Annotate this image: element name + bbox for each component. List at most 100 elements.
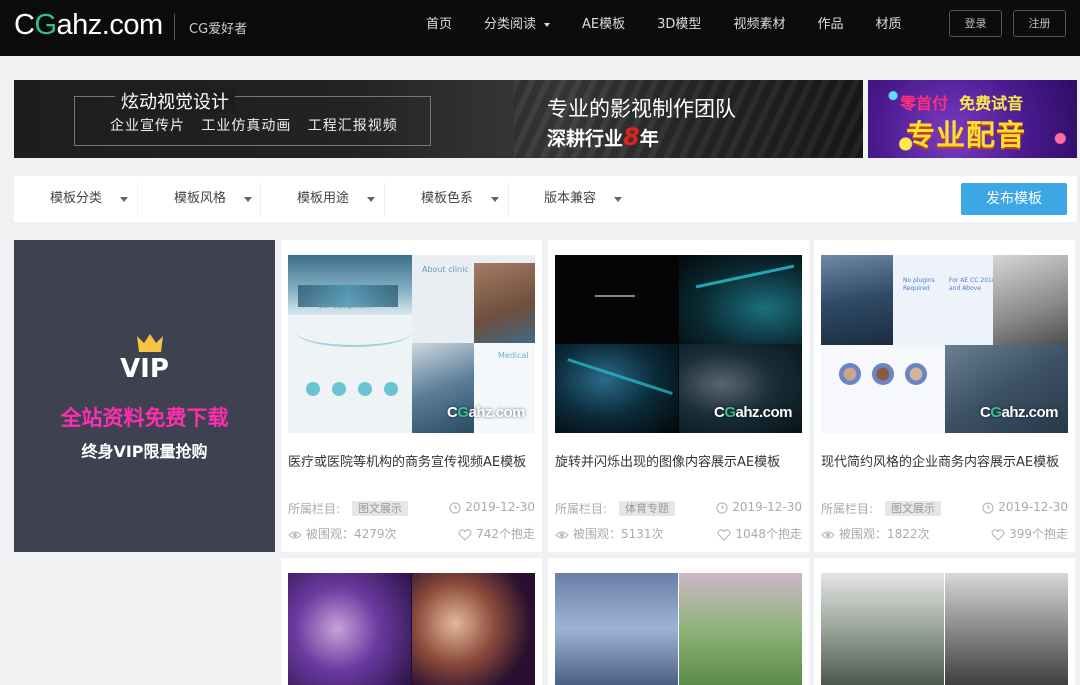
chevron-down-icon <box>614 197 622 202</box>
template-stats: 被围观：5131次 1048个抱走 <box>555 525 802 543</box>
view-count: 被围观：4279次 <box>288 525 397 542</box>
template-title[interactable]: 旋转并闪烁出现的图像内容展示AE模板 <box>555 451 805 470</box>
watermark-text: ahz.com <box>1001 404 1058 421</box>
logo-divider <box>174 14 175 40</box>
watermark-letter-g: G <box>990 404 1002 421</box>
category-tag[interactable]: 图文展示 <box>885 501 941 516</box>
promo-banner-voiceover[interactable]: 零首付 免费试音 专业配音 <box>868 80 1077 158</box>
clock-icon <box>982 502 994 514</box>
logo-letter-g: G <box>34 9 57 41</box>
main-nav: 首页 分类阅读 AE模板 3D模型 视频素材 作品 材质 <box>410 0 917 56</box>
banner-tagline-number: 8 <box>623 123 640 151</box>
watermark-letter-c: C <box>446 404 458 421</box>
template-title[interactable]: 医疗或医院等机构的商务宣传视频AE模板 <box>288 451 538 470</box>
nav-materials[interactable]: 材质 <box>859 0 917 56</box>
register-button[interactable]: 注册 <box>1013 10 1066 37</box>
template-thumbnail[interactable]: No plugins Required For AE CC 2018 and Abo… <box>821 255 1068 433</box>
template-card[interactable] <box>281 558 542 685</box>
watermark-logo: CGahz.com <box>979 404 1059 421</box>
template-card[interactable]: CGahz.com 旋转并闪烁出现的图像内容展示AE模板 所属栏目: 体育专题 … <box>548 240 809 552</box>
login-button[interactable]: 登录 <box>949 10 1002 37</box>
template-thumbnail[interactable]: About clinic Our Equipment Medical CGahz… <box>288 255 535 433</box>
heart-icon <box>991 529 1005 541</box>
template-card[interactable]: No plugins Required For AE CC 2018 and Abo… <box>814 240 1075 552</box>
template-thumbnail[interactable]: CGahz.com <box>555 255 802 433</box>
logo-letter-c: C <box>14 9 35 41</box>
filter-usage-dropdown[interactable]: 模板用途 <box>297 176 387 222</box>
banner-headline: 专业的影视制作团队 <box>547 97 736 121</box>
watermark-logo: CGahz.com <box>446 404 526 421</box>
thumb-text: Our Equipment <box>318 302 372 310</box>
publish-date: 2019-12-30 <box>449 500 535 514</box>
template-card[interactable] <box>814 558 1075 685</box>
filter-label: 模板色系 <box>421 191 474 206</box>
thumb-text: No plugins Required <box>903 277 935 292</box>
top-header: CGahz.com CG爱好者 首页 分类阅读 AE模板 3D模型 视频素材 作… <box>0 0 1080 56</box>
clock-icon <box>449 502 461 514</box>
filter-bar: 模板分类 模板风格 模板用途 模板色系 版本兼容 发布模板 <box>14 176 1077 222</box>
watermark-text: ahz.com <box>468 404 525 421</box>
nav-category-reading[interactable]: 分类阅读 <box>468 0 566 56</box>
banner-tagline-suffix: 年 <box>639 128 659 150</box>
chevron-down-icon <box>244 197 252 202</box>
template-stats: 被围观：4279次 742个抱走 <box>288 525 535 543</box>
template-thumbnail[interactable] <box>288 573 535 685</box>
filter-divider <box>384 182 385 216</box>
filter-style-dropdown[interactable]: 模板风格 <box>174 176 264 222</box>
promo-banner-video-production[interactable]: 炫动视觉设计 企业宣传片 工业仿真动画 工程汇报视频 专业的影视制作团队 深耕行… <box>14 80 863 158</box>
chevron-down-icon <box>491 197 499 202</box>
filter-label: 版本兼容 <box>544 191 597 206</box>
like-count[interactable]: 1048个抱走 <box>717 525 802 542</box>
site-logo[interactable]: CGahz.com <box>14 8 163 42</box>
template-card[interactable] <box>548 558 809 685</box>
heart-icon <box>717 529 731 541</box>
nav-ae-templates[interactable]: AE模板 <box>566 0 641 56</box>
voiceover-zero-down: 零首付 <box>900 94 949 113</box>
vip-free-download: 全站资料免费下载 <box>60 406 229 430</box>
voiceover-banner-main: 专业配音 <box>906 118 1027 152</box>
publish-date: 2019-12-30 <box>982 500 1068 514</box>
nav-works[interactable]: 作品 <box>801 0 859 56</box>
filter-divider <box>508 182 509 216</box>
voiceover-banner-top: 零首付 免费试音 <box>900 90 1023 114</box>
category-tag[interactable]: 图文展示 <box>352 501 408 516</box>
eye-icon <box>821 531 835 539</box>
view-count-text: 被围观：1822次 <box>839 527 930 541</box>
filter-color-dropdown[interactable]: 模板色系 <box>421 176 511 222</box>
category-label: 所属栏目: <box>821 502 874 516</box>
nav-3d-models[interactable]: 3D模型 <box>641 0 717 56</box>
clock-icon <box>716 502 728 514</box>
like-count[interactable]: 742个抱走 <box>458 525 535 542</box>
filter-version-dropdown[interactable]: 版本兼容 <box>544 176 634 222</box>
vip-limited-offer: 终身VIP限量抢购 <box>81 442 208 461</box>
publish-template-button[interactable]: 发布模板 <box>961 183 1067 215</box>
filter-label: 模板风格 <box>174 191 227 206</box>
vip-promo-panel[interactable]: VIP 全站资料免费下载 终身VIP限量抢购 <box>14 240 275 552</box>
category-tag[interactable]: 体育专题 <box>619 501 675 516</box>
nav-home[interactable]: 首页 <box>410 0 468 56</box>
watermark-letter-c: C <box>713 404 725 421</box>
banner-tagline: 深耕行业8年 <box>547 123 659 151</box>
template-card[interactable]: About clinic Our Equipment Medical CGahz… <box>281 240 542 552</box>
chevron-down-icon <box>120 197 128 202</box>
like-count-text: 1048个抱走 <box>735 527 802 541</box>
like-count-text: 399个抱走 <box>1009 527 1068 541</box>
publish-date: 2019-12-30 <box>716 500 802 514</box>
template-title[interactable]: 现代简约风格的企业商务内容展示AE模板 <box>821 451 1071 470</box>
nav-category-label: 分类阅读 <box>484 17 537 32</box>
category-label: 所属栏目: <box>555 502 608 516</box>
publish-date-text: 2019-12-30 <box>465 500 535 514</box>
watermark-letter-g: G <box>724 404 736 421</box>
filter-label: 模板分类 <box>50 191 103 206</box>
filter-category-dropdown[interactable]: 模板分类 <box>50 176 140 222</box>
nav-video-assets[interactable]: 视频素材 <box>717 0 801 56</box>
watermark-logo: CGahz.com <box>713 404 793 421</box>
filter-divider <box>137 182 138 216</box>
banner-subtitle: 企业宣传片 工业仿真动画 工程汇报视频 <box>110 118 398 134</box>
watermark-letter-c: C <box>979 404 991 421</box>
template-thumbnail[interactable] <box>555 573 802 685</box>
like-count[interactable]: 399个抱走 <box>991 525 1068 542</box>
banner-tagline-text: 深耕行业 <box>547 128 624 150</box>
eye-icon <box>288 531 302 539</box>
template-thumbnail[interactable] <box>821 573 1068 685</box>
